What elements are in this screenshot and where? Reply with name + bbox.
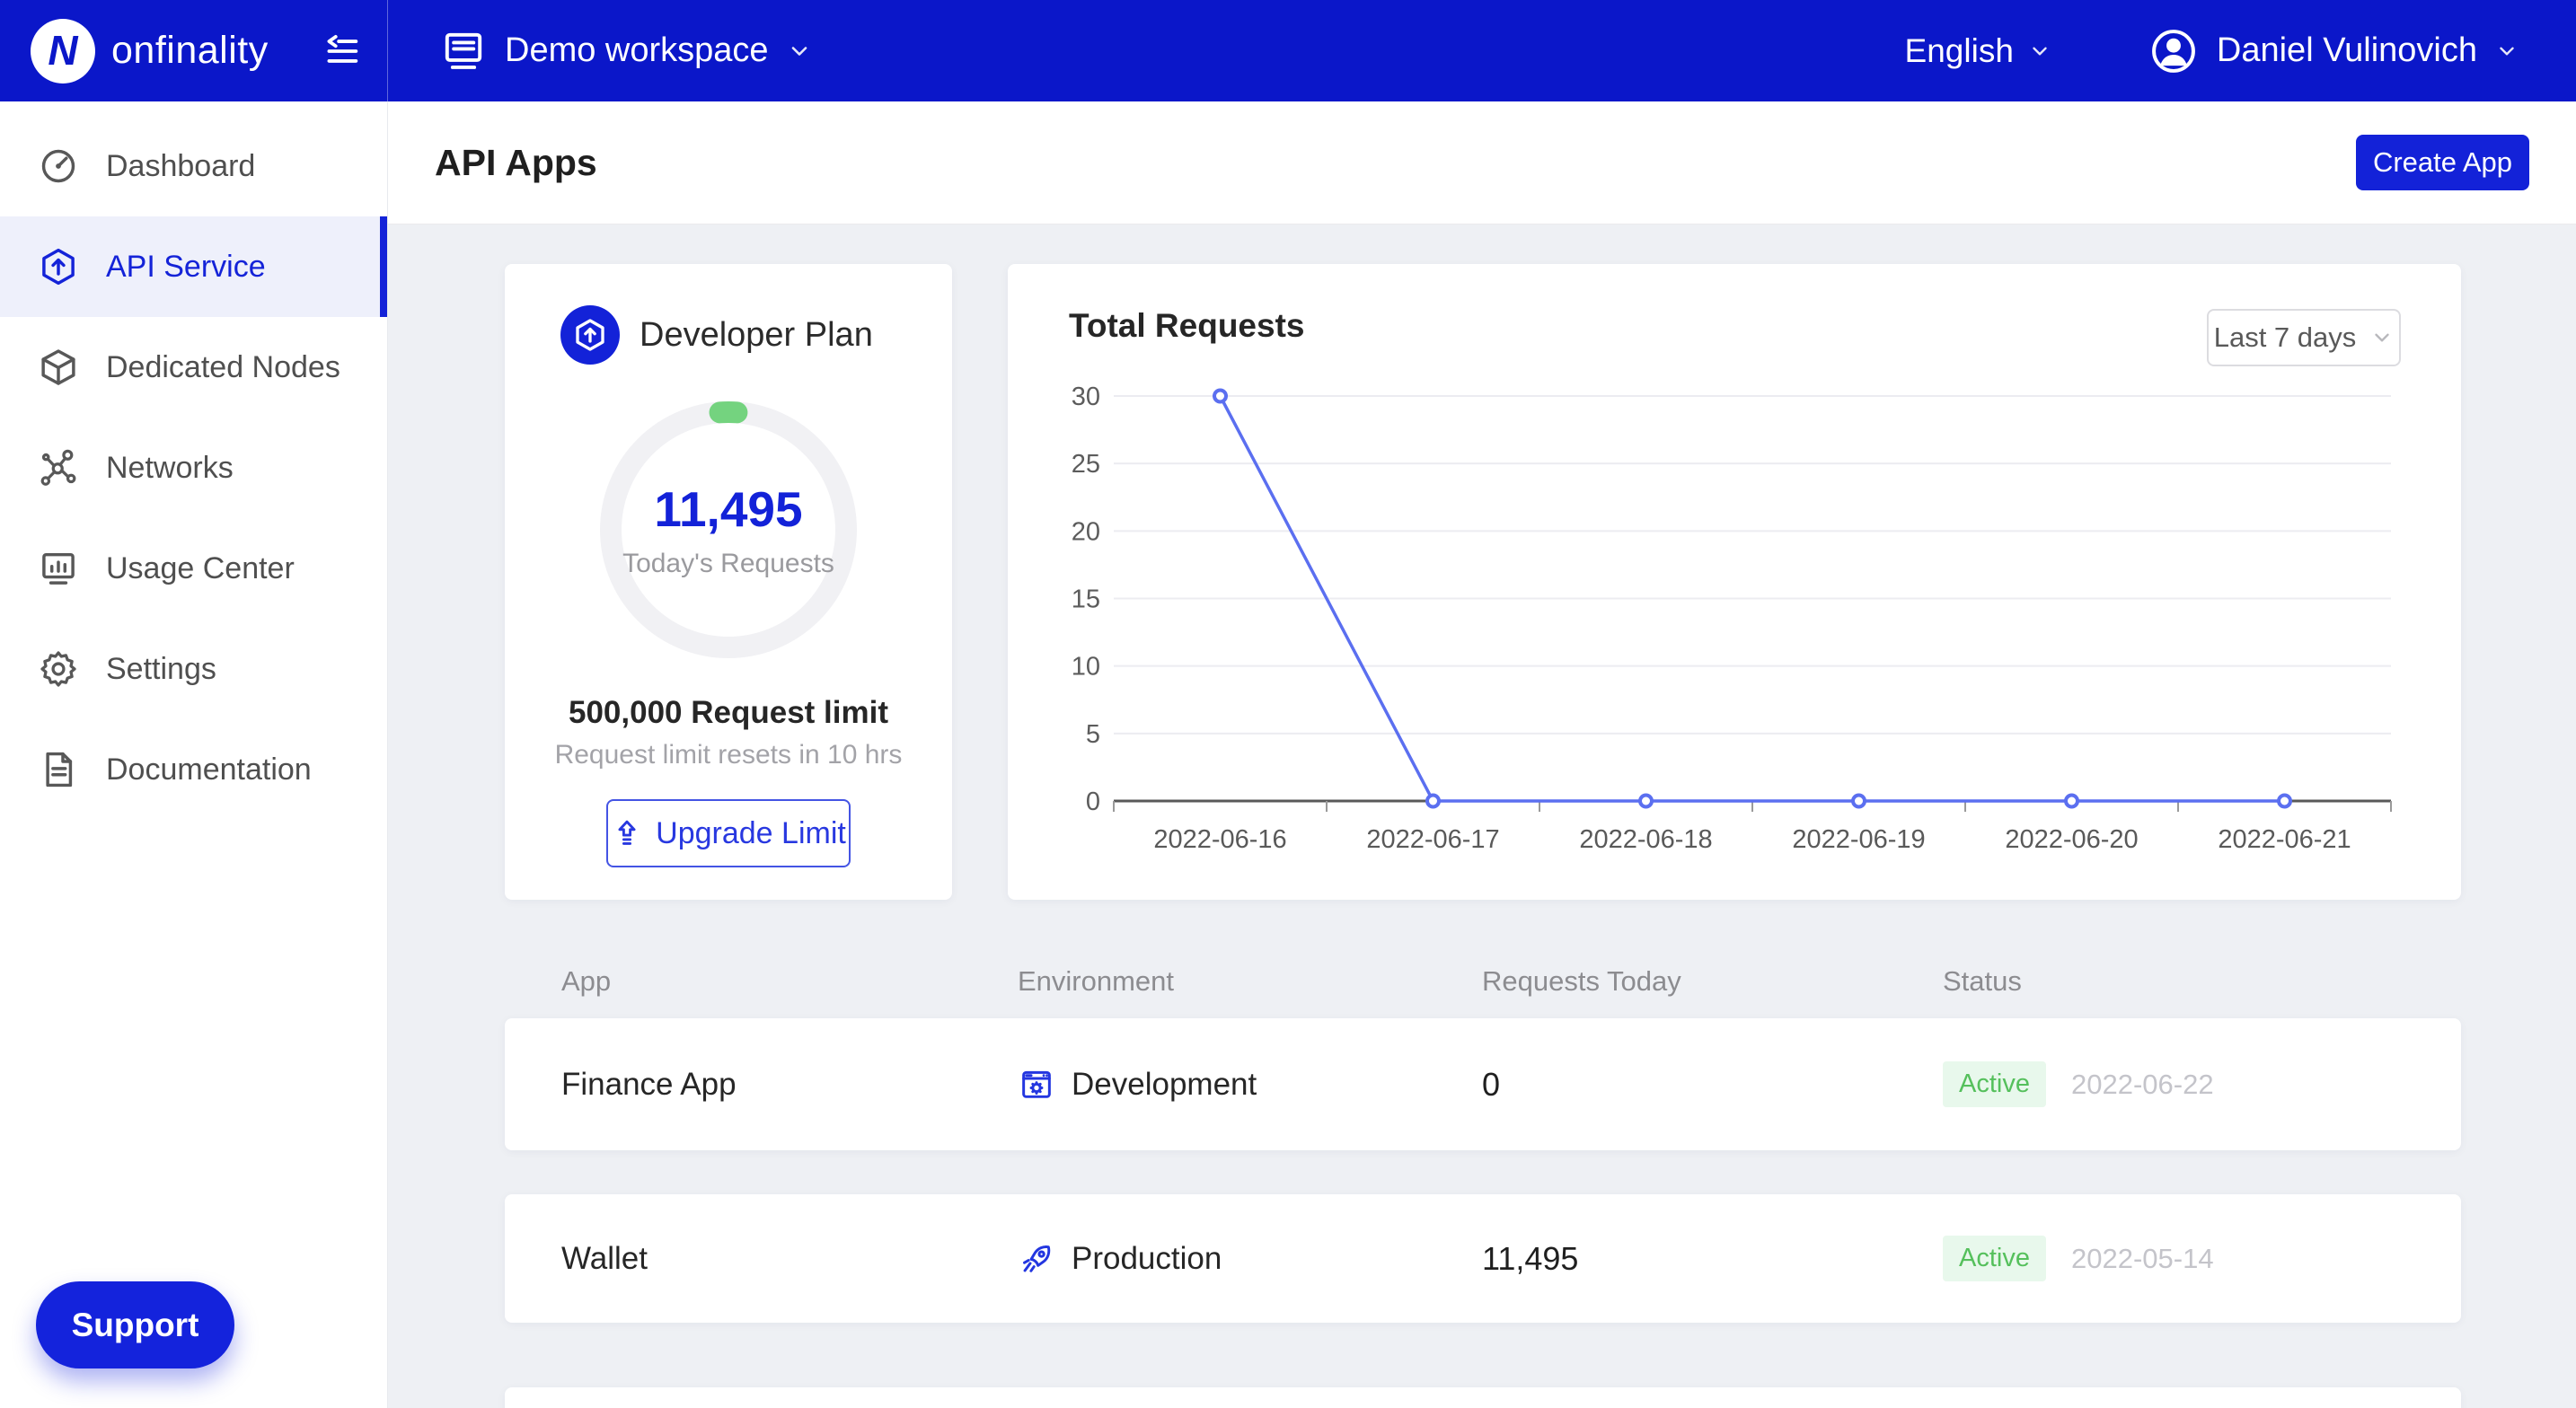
network-icon [38,447,79,488]
create-app-button[interactable]: Create App [2356,135,2529,190]
plan-title: Developer Plan [640,316,873,355]
column-header-environment: Environment [1018,965,1174,998]
status-badge: Active [1943,1061,2046,1107]
sidebar-item-label: Dedicated Nodes [106,350,340,385]
requests-line-chart: 0 5 10 15 20 25 30 2022-06-16 2022-06-17 2022-06-… [1008,264,2461,900]
page-header: API Apps Create App [388,101,2576,224]
developer-plan-card: Developer Plan 11,495 Today's Requests 5… [505,264,952,900]
column-header-app: App [561,965,611,998]
sidebar-nav: Dashboard API Service Dedicated Nodes Ne… [0,101,387,820]
logo-icon: N [31,19,95,84]
sidebar-item-usage-center[interactable]: Usage Center [0,518,387,619]
plan-card-header: Developer Plan [505,264,952,365]
rocket-icon [1018,1240,1055,1278]
requests-today-caption: Today's Requests [622,549,834,579]
column-header-status: Status [1943,965,2022,998]
svg-text:15: 15 [1072,585,1100,614]
environment-label: Production [1072,1241,1222,1277]
table-row-wallet[interactable]: Wallet Production 11,495 Active 2022-05-… [505,1194,2461,1323]
sidebar-item-dedicated-nodes[interactable]: Dedicated Nodes [0,317,387,418]
app-name: Finance App [561,1067,737,1103]
sidebar-item-label: Dashboard [106,149,255,184]
sidebar-item-settings[interactable]: Settings [0,619,387,719]
page-title: API Apps [435,142,597,184]
svg-text:30: 30 [1072,383,1100,411]
avatar-icon [2148,26,2199,76]
workspace-icon [440,28,487,75]
svg-text:2022-06-20: 2022-06-20 [2005,825,2138,854]
upgrade-icon [611,817,643,849]
svg-text:5: 5 [1086,720,1100,749]
svg-text:25: 25 [1072,450,1100,479]
brand-logo[interactable]: N onfinality [31,19,321,84]
workspace-switcher[interactable]: Demo workspace [440,28,812,75]
status-badge: Active [1943,1236,2046,1281]
app-name: Wallet [561,1241,648,1277]
svg-text:2022-06-19: 2022-06-19 [1792,825,1925,854]
svg-text:2022-06-18: 2022-06-18 [1579,825,1712,854]
svg-text:2022-06-21: 2022-06-21 [2218,825,2351,854]
cube-icon [38,347,79,388]
gear-icon [38,648,79,690]
limit-reset-note: Request limit resets in 10 hrs [505,740,952,770]
sidebar-item-label: API Service [106,250,266,285]
sidebar-item-label: Documentation [106,752,312,788]
sidebar-item-label: Usage Center [106,551,295,586]
language-selector[interactable]: English [1905,32,2051,70]
sidebar-item-documentation[interactable]: Documentation [0,719,387,820]
table-row-finance-app[interactable]: Finance App Development 0 Active 2022-06… [505,1018,2461,1150]
apps-table-header: App Environment Requests Today Status [505,945,2461,1018]
svg-text:10: 10 [1072,653,1100,682]
requests-today-cell: 11,495 [1482,1240,1578,1278]
workspace-name: Demo workspace [505,31,769,70]
language-label: English [1905,32,2014,70]
upgrade-limit-button[interactable]: Upgrade Limit [606,799,851,867]
sidebar-item-label: Settings [106,652,216,687]
dev-window-icon [1018,1066,1055,1104]
sidebar: Dashboard API Service Dedicated Nodes Ne… [0,101,388,1408]
chevron-down-icon [2495,40,2519,63]
svg-text:0: 0 [1086,788,1100,816]
total-requests-card: Total Requests Last 7 days 0510152025302… [1008,264,2461,900]
navbar-brand-section: N onfinality [0,0,388,101]
svg-text:20: 20 [1072,517,1100,546]
request-limit-text: 500,000 Request limit [505,695,952,731]
svg-text:2022-06-16: 2022-06-16 [1153,825,1286,854]
brand-name: onfinality [111,29,269,73]
sidebar-item-networks[interactable]: Networks [0,418,387,518]
navbar-right: English Daniel Vulinovich [1905,26,2519,76]
sidebar-item-label: Networks [106,451,234,486]
table-row-partial[interactable] [505,1387,2461,1408]
sidebar-collapse-icon[interactable] [321,30,364,73]
svg-text:2022-06-17: 2022-06-17 [1366,825,1499,854]
status-date: 2022-05-14 [2071,1243,2214,1275]
top-navbar: N onfinality Demo workspace English [0,0,2576,101]
usage-progress-ring: 11,495 Today's Requests [594,395,863,664]
api-service-icon [38,246,79,287]
requests-today-value: 11,495 [654,480,802,538]
chevron-down-icon [2028,40,2051,63]
sidebar-item-api-service[interactable]: API Service [0,216,387,317]
sidebar-item-dashboard[interactable]: Dashboard [0,116,387,216]
dashboard-icon [38,145,79,187]
chevron-down-icon [787,39,812,64]
requests-today-cell: 0 [1482,1066,1500,1104]
user-name: Daniel Vulinovich [2217,31,2477,70]
status-date: 2022-06-22 [2071,1069,2214,1101]
user-menu[interactable]: Daniel Vulinovich [2148,26,2519,76]
column-header-requests-today: Requests Today [1482,965,1681,998]
plan-icon [560,305,620,365]
usage-icon [38,548,79,589]
main-content: API Apps Create App Developer Plan 11,49… [388,101,2576,1408]
document-icon [38,749,79,790]
environment-label: Development [1072,1067,1257,1103]
support-button[interactable]: Support [36,1281,234,1368]
